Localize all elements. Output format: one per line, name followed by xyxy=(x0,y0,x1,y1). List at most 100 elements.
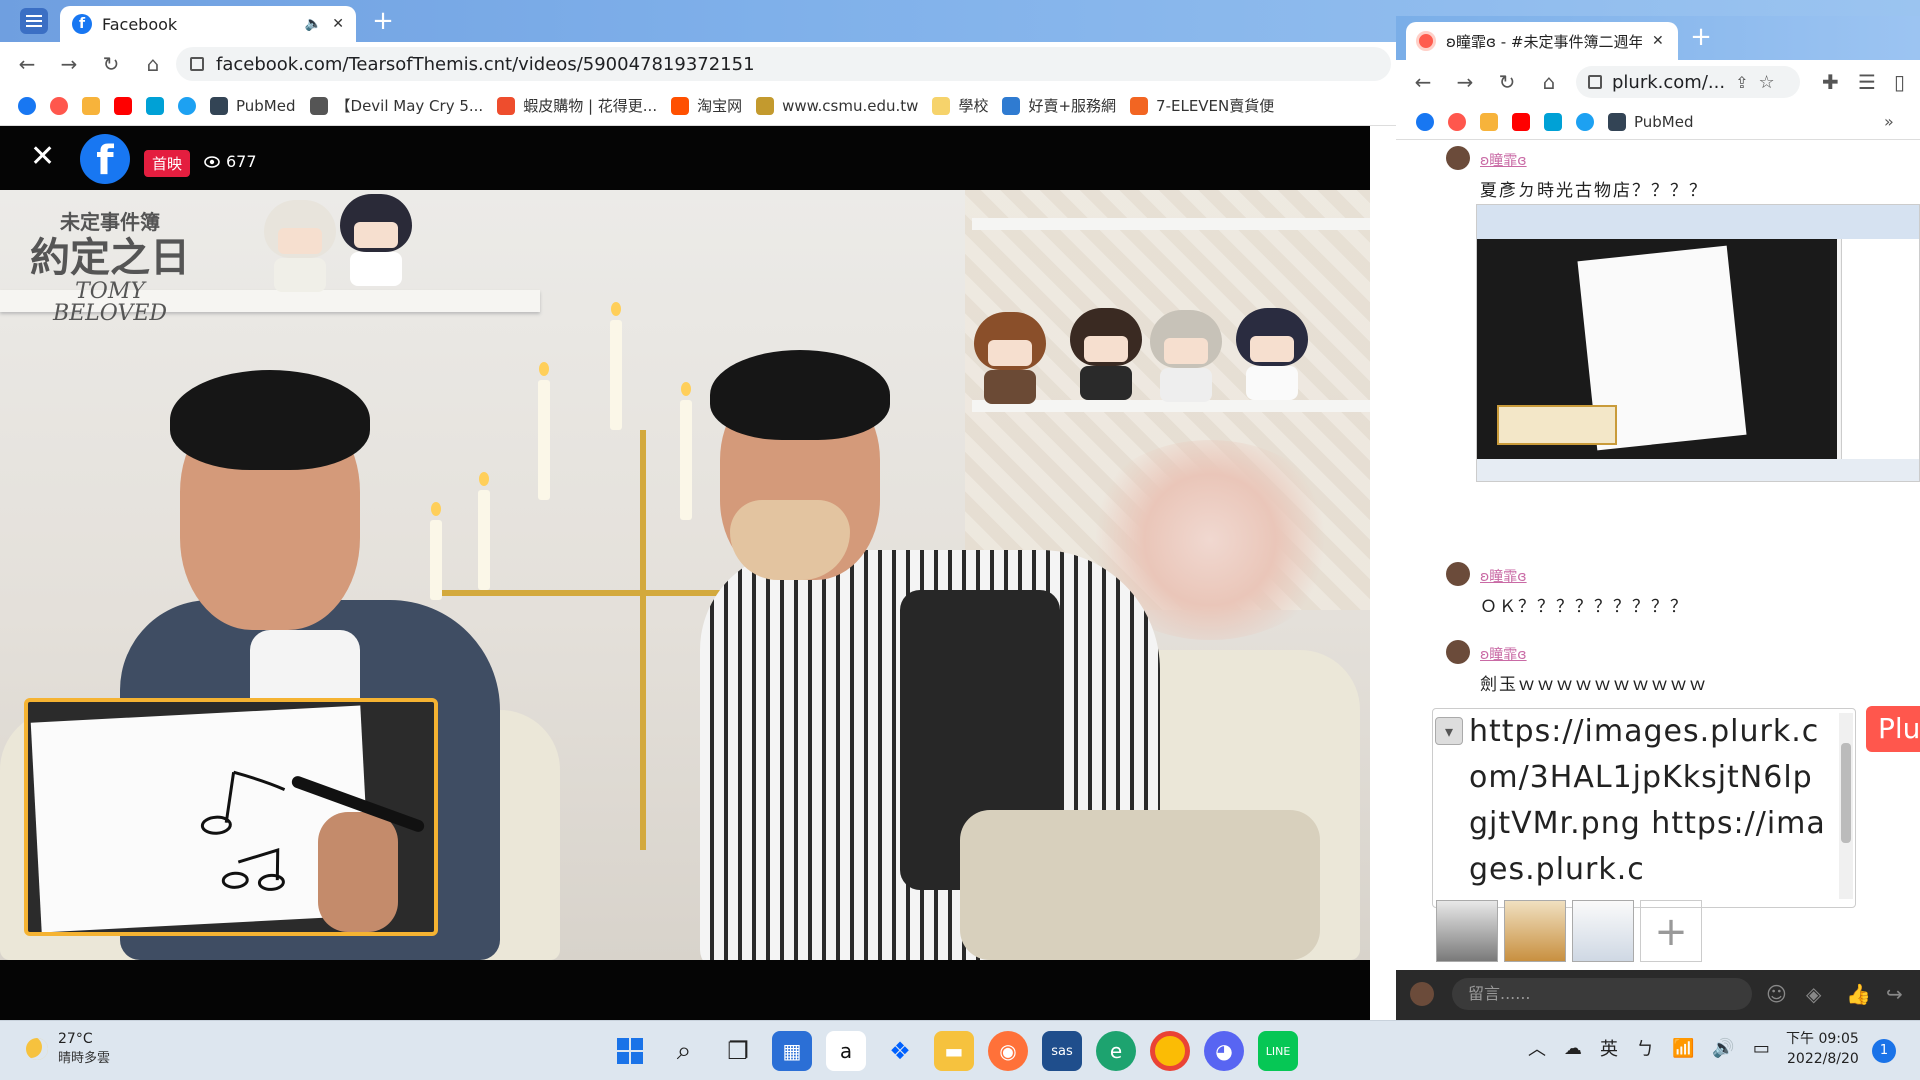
discord-icon[interactable]: ◕ xyxy=(1204,1031,1244,1071)
ime-mode[interactable]: ㄅ xyxy=(1636,1035,1654,1061)
share-icon[interactable]: ⇪ xyxy=(1735,73,1748,92)
share-icon[interactable]: ↪ xyxy=(1886,982,1903,1006)
youtube-bookmark-icon[interactable] xyxy=(114,96,132,115)
forward-arrow-icon[interactable]: → xyxy=(1450,70,1480,94)
upload-thumbnail[interactable] xyxy=(1504,900,1566,962)
sas-icon[interactable]: sas xyxy=(1042,1031,1082,1071)
address-bar[interactable]: facebook.com/TearsofThemis.cnt/videos/59… xyxy=(176,47,1391,81)
windows-start-icon[interactable] xyxy=(610,1031,650,1071)
reload-icon[interactable]: ↻ xyxy=(96,52,126,76)
emoji-icon[interactable]: ☺ xyxy=(1766,982,1787,1006)
notification-badge[interactable]: 1 xyxy=(1872,1039,1896,1063)
tab-close-icon[interactable]: ✕ xyxy=(332,16,344,32)
back-arrow-icon[interactable]: ← xyxy=(1408,70,1438,94)
amazon-icon[interactable]: a xyxy=(826,1031,866,1071)
post-nickname[interactable]: ʚ瞳霏ɞ xyxy=(1480,566,1527,586)
volume-icon[interactable]: 🔊 xyxy=(1712,1038,1734,1059)
more-bookmarks-icon[interactable]: » xyxy=(1884,112,1894,131)
bilibili-bookmark-icon[interactable] xyxy=(1544,112,1562,131)
upload-thumbnail[interactable] xyxy=(1436,900,1498,962)
add-image-button[interactable]: + xyxy=(1640,900,1702,962)
post-nickname[interactable]: ʚ瞳霏ɞ xyxy=(1480,644,1527,664)
avatar[interactable] xyxy=(1410,982,1434,1006)
shopee-icon xyxy=(497,96,516,115)
side-panel-icon[interactable]: ▯ xyxy=(1894,70,1905,94)
chevron-up-icon[interactable]: ︿ xyxy=(1528,1035,1546,1061)
back-arrow-icon[interactable]: ← xyxy=(12,52,42,76)
avatar[interactable] xyxy=(1446,562,1470,586)
plurk-bookmark-icon[interactable] xyxy=(50,96,68,115)
flame xyxy=(431,502,441,516)
url-text[interactable]: plurk.com/... xyxy=(1612,72,1725,93)
tab-plurk[interactable]: ʚ瞳霏ɞ - #未定事件簿二週年 ✕ xyxy=(1406,22,1678,60)
speaker-icon[interactable]: 🔈 xyxy=(305,16,322,32)
avatar[interactable] xyxy=(1446,146,1470,170)
extensions-icon[interactable]: ✚ xyxy=(1822,70,1839,94)
bookmark-school-folder[interactable]: 學校 xyxy=(932,95,988,116)
home-icon[interactable]: ⌂ xyxy=(138,52,168,76)
bookmark-pubmed[interactable]: PubMed xyxy=(1608,112,1694,131)
address-bar[interactable]: plurk.com/... ⇪ ☆ xyxy=(1576,66,1800,98)
reading-list-icon[interactable]: ☰ xyxy=(1858,70,1876,94)
attached-screenshot-image[interactable] xyxy=(1476,204,1920,482)
home-icon[interactable]: ⌂ xyxy=(1534,70,1564,94)
file-explorer-icon[interactable]: ▬ xyxy=(934,1031,974,1071)
upload-thumbnail[interactable] xyxy=(1572,900,1634,962)
avatar[interactable] xyxy=(1446,640,1470,664)
reload-icon[interactable]: ↻ xyxy=(1492,70,1522,94)
weather-widget[interactable]: 27°C 晴時多雲 xyxy=(26,1031,110,1066)
game-logo: 未定事件簿 約定之日 TOMY BELOVED xyxy=(30,210,190,326)
wifi-icon[interactable]: 📶 xyxy=(1672,1038,1694,1059)
new-tab-button[interactable]: + xyxy=(1686,24,1716,52)
bookmark-shopee[interactable]: 蝦皮購物 | 花得更... xyxy=(497,95,657,116)
tab-facebook[interactable]: f Facebook 🔈 ✕ xyxy=(60,6,356,42)
bookmark-csmu[interactable]: www.csmu.edu.tw xyxy=(756,96,918,115)
ime-language[interactable]: 英 xyxy=(1600,1035,1618,1061)
battery-icon[interactable]: ▭ xyxy=(1753,1038,1770,1059)
chrome-icon[interactable] xyxy=(1150,1031,1190,1071)
youtube-bookmark-icon[interactable] xyxy=(1512,112,1530,131)
microsoft-store-icon[interactable]: ▦ xyxy=(772,1031,812,1071)
close-video-icon[interactable]: ✕ xyxy=(30,142,55,172)
line-icon[interactable]: LINE xyxy=(1258,1031,1298,1071)
like-icon[interactable]: 👍 xyxy=(1846,982,1871,1006)
plurk-bookmark-icon[interactable] xyxy=(1448,112,1466,131)
facebook-bookmark-icon[interactable] xyxy=(18,96,36,115)
sticker-icon[interactable]: ◈ xyxy=(1806,982,1821,1006)
onedrive-cloud-icon[interactable]: ☁ xyxy=(1564,1038,1582,1059)
star-icon[interactable]: ☆ xyxy=(1758,72,1774,93)
bookmark-pubmed[interactable]: PubMed xyxy=(210,96,296,115)
facebook-logo-icon[interactable]: f xyxy=(80,134,130,184)
editor-scrollbar[interactable] xyxy=(1839,713,1853,899)
forward-arrow-icon[interactable]: → xyxy=(54,52,84,76)
comment-input[interactable]: 留言...... xyxy=(1452,978,1752,1010)
plurk-editor[interactable]: ▾ https://images.plurk.com/3HAL1jpKksjtN… xyxy=(1432,708,1856,908)
url-text[interactable]: facebook.com/TearsofThemis.cnt/videos/59… xyxy=(216,54,755,75)
note-bookmark-icon[interactable] xyxy=(1480,112,1498,131)
twitter-bookmark-icon[interactable] xyxy=(178,96,196,115)
task-view-icon[interactable]: ❐ xyxy=(718,1031,758,1071)
video-player[interactable]: 未定事件簿 約定之日 TOMY BELOVED xyxy=(0,190,1370,960)
bilibili-bookmark-icon[interactable] xyxy=(146,96,164,115)
bookmark-taobao[interactable]: 淘宝网 xyxy=(671,95,742,116)
plurk-tabstrip: ʚ瞳霏ɞ - #未定事件簿二週年 ✕ + xyxy=(1396,16,1920,60)
pubmed-icon xyxy=(1608,112,1626,131)
bookmark-7eleven[interactable]: 7-ELEVEN賣貨便 xyxy=(1130,95,1274,116)
edge-icon[interactable]: e xyxy=(1096,1031,1136,1071)
clock[interactable]: 下午 09:05 2022/8/20 xyxy=(1786,1029,1859,1069)
facebook-bookmark-icon[interactable] xyxy=(1416,112,1434,131)
editor-expand-button[interactable]: ▾ xyxy=(1435,717,1463,745)
tab-search-button[interactable] xyxy=(20,8,48,34)
plurk-submit-button[interactable]: Plu xyxy=(1866,706,1920,752)
search-icon[interactable]: ⌕ xyxy=(664,1031,704,1071)
bookmark-haomai[interactable]: 好賣+服務網 xyxy=(1002,95,1116,116)
bookmark-devil-may-cry[interactable]: 【Devil May Cry 5... xyxy=(309,95,483,116)
firefox-icon[interactable]: ◉ xyxy=(988,1031,1028,1071)
editor-textarea[interactable]: https://images.plurk.com/3HAL1jpKksjtN6l… xyxy=(1469,709,1829,889)
tab-close-icon[interactable]: ✕ xyxy=(1652,33,1664,49)
post-nickname[interactable]: ʚ瞳霏ɞ xyxy=(1480,150,1527,170)
twitter-bookmark-icon[interactable] xyxy=(1576,112,1594,131)
note-bookmark-icon[interactable] xyxy=(82,96,100,115)
dropbox-icon[interactable]: ❖ xyxy=(880,1031,920,1071)
new-tab-button[interactable]: + xyxy=(368,8,398,36)
